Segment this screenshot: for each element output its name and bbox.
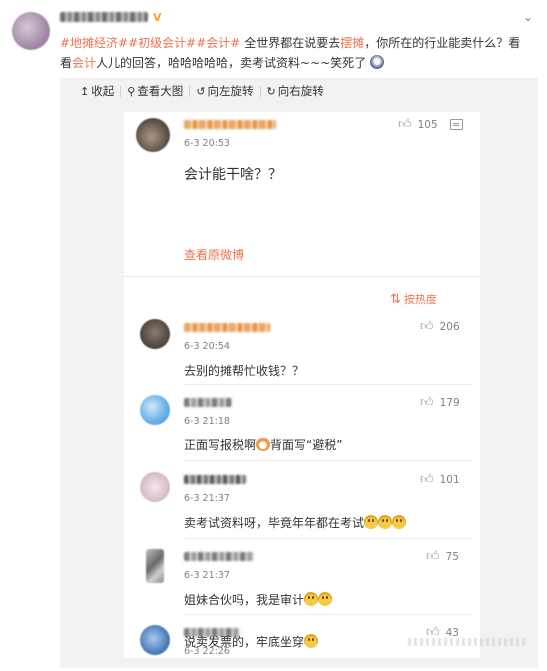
thumb-up-icon: 👍︎ [420, 395, 434, 410]
hashtag-link[interactable]: #初级会计# [128, 36, 196, 50]
like-count: 105 [417, 118, 438, 131]
collapse-label: 收起 [91, 84, 115, 98]
laughing-emoji-icon [392, 515, 407, 529]
comment-time: 6-3 21:18 [184, 416, 230, 427]
comment-time: 6-3 20:53 [184, 138, 230, 149]
keyword-link[interactable]: 摆摊 [340, 36, 364, 50]
comment-time: 6-3 21:37 [184, 493, 230, 504]
divider [184, 538, 472, 539]
avatar [140, 319, 170, 349]
hashtag-link[interactable]: #地摊经济# [60, 36, 128, 50]
like-count: 101 [439, 473, 460, 486]
chevron-down-icon[interactable]: ⌄ [523, 10, 533, 24]
keyword-link[interactable]: 会计 [72, 56, 96, 70]
comment-text-part: 卖考试资料呀，毕竟年年都在考试 [184, 516, 365, 530]
avatar [146, 549, 164, 583]
author-name[interactable] [60, 12, 148, 22]
comment-time: 6-3 21:37 [184, 570, 230, 581]
post-text-segment: 全世界都在说要去 [240, 36, 341, 50]
commenter-name [184, 475, 246, 484]
collapse-icon: ↥ [80, 84, 90, 98]
sort-by-hot-button[interactable]: ⇅ 按热度 [390, 291, 437, 307]
like-count: 179 [439, 396, 460, 409]
comment-icon[interactable] [450, 119, 463, 130]
laughing-emoji-icon [318, 592, 333, 606]
comment-text: 说卖发票的，牢底坐穿 [184, 633, 319, 650]
laughing-emoji-icon [364, 515, 379, 529]
original-comment-text: 会计能干啥？？ [184, 167, 282, 183]
comment-text: 正面写报税啊 背面写“避税” [184, 436, 342, 453]
post-text: #地摊经济##初级会计##会计# 全世界都在说要去摆摊，你所在的行业能卖什么？看… [60, 33, 530, 73]
rotate-right-icon: ↻ [266, 84, 276, 98]
image-toolbar: ↥ 收起 ⚲ 查看大图 ↺ 向左旋转 ↻ 向右旋转 [60, 78, 538, 104]
zoom-icon: ⚲ [127, 84, 136, 98]
view-large-label: 查看大图 [137, 84, 184, 98]
rotate-left-icon: ↺ [196, 84, 206, 98]
commenter-name [184, 398, 232, 407]
divider [124, 276, 480, 277]
divider [184, 384, 472, 385]
avatar [140, 395, 170, 425]
commenter-name [184, 120, 276, 129]
thumb-up-icon: 👍︎ [420, 319, 434, 334]
like-button[interactable]: 👍︎ 179 [420, 395, 460, 410]
sweat-emoji-icon [304, 634, 319, 648]
comment-text: 姐妹合伙吗，我是审计 [184, 591, 333, 608]
rotate-left-button[interactable]: ↺ 向左旋转 [190, 83, 259, 99]
comment-text-part: 背面写“避税” [270, 438, 343, 452]
divider [184, 460, 472, 461]
rotate-right-button[interactable]: ↻ 向右旋转 [261, 83, 330, 99]
sort-icon: ⇅ [390, 291, 401, 307]
commenter-name [184, 552, 254, 561]
crying-emoji-icon [370, 55, 385, 69]
avatar [136, 118, 170, 152]
comment-text-part: 姐妹合伙吗，我是审计 [184, 593, 305, 607]
comment-screenshot[interactable]: 6-3 20:53 👍︎ 105 会计能干啥？？ 查看原微博 ⇅ 按热度 6-3… [124, 112, 480, 658]
author-avatar[interactable] [12, 12, 50, 50]
like-button[interactable]: 👍︎ 75 [426, 549, 459, 564]
comment-text: 去别的摊帮忙收钱？？ [184, 364, 305, 378]
divider [184, 614, 472, 615]
comment-text-part: 正面写报税啊 [184, 438, 257, 452]
cat-emoji-icon [256, 438, 271, 451]
rotate-left-label: 向左旋转 [207, 84, 254, 98]
like-button[interactable]: 👍︎ 105 [398, 117, 438, 132]
watermark [408, 638, 526, 646]
like-count: 43 [445, 626, 459, 639]
sort-label: 按热度 [403, 293, 437, 306]
vip-badge: V [153, 10, 162, 24]
image-viewer-panel: ↥ 收起 ⚲ 查看大图 ↺ 向左旋转 ↻ 向右旋转 6-3 20:53 👍︎ 1… [60, 78, 538, 668]
laughing-emoji-icon [378, 515, 393, 529]
rotate-right-label: 向右旋转 [277, 84, 324, 98]
author-row: V [60, 9, 162, 25]
like-button[interactable]: 👍︎ 101 [420, 472, 460, 487]
thumb-up-icon: 👍︎ [398, 117, 412, 132]
like-button[interactable]: 👍︎ 206 [420, 319, 460, 334]
avatar [140, 472, 170, 502]
thumb-up-icon: 👍︎ [420, 472, 434, 487]
post-text-segment: 人儿的回答，哈哈哈哈哈，卖考试资料~~~笑死了 [96, 56, 367, 70]
like-count: 75 [445, 550, 459, 563]
commenter-name [184, 323, 270, 332]
laughing-emoji-icon [304, 592, 319, 606]
view-large-button[interactable]: ⚲ 查看大图 [121, 83, 189, 99]
like-count: 206 [439, 320, 460, 333]
comment-time: 6-3 20:54 [184, 341, 230, 352]
avatar [140, 625, 170, 655]
hashtag-link[interactable]: #会计# [196, 36, 240, 50]
thumb-up-icon: 👍︎ [426, 549, 440, 564]
collapse-button[interactable]: ↥ 收起 [74, 83, 120, 99]
comment-text-part: 说卖发票的，牢底坐穿 [184, 635, 305, 649]
view-original-link[interactable]: 查看原微博 [184, 246, 244, 263]
comment-text: 卖考试资料呀，毕竟年年都在考试 [184, 514, 407, 531]
